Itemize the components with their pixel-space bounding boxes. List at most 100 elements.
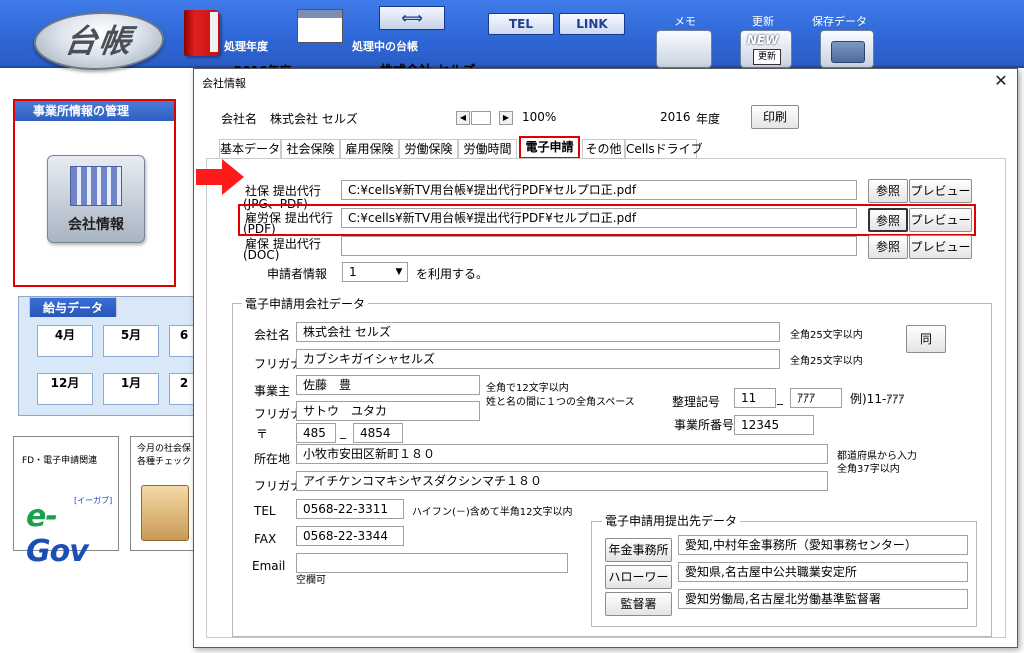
email-note: 空欄可: [296, 575, 326, 586]
owner-kana-label: フリガナ: [254, 407, 303, 421]
address-kana-field[interactable]: アイチケンコマキシヤスダクシンマチ１８０: [296, 471, 828, 491]
egov-logo: e-Gov: [26, 499, 89, 569]
address-note-2: 全角37字以内: [837, 464, 900, 475]
labor-office-button[interactable]: 監督署: [605, 592, 672, 616]
ref-label: 整理記号: [672, 395, 721, 409]
hello-work-field[interactable]: 愛知県,名古屋中公共職業安定所: [678, 562, 968, 582]
company-kana-label: フリガナ: [254, 357, 303, 371]
address-field[interactable]: 小牧市安田区新町１８０: [296, 444, 828, 464]
applicant-select[interactable]: 1 ▼: [342, 262, 408, 282]
applicant-label: 申請者情報: [267, 267, 328, 281]
month-cell[interactable]: 4月: [37, 325, 93, 357]
save-data-label: 保存データ: [812, 15, 867, 28]
tab-cells-drive[interactable]: Cellsドライブ: [625, 139, 703, 159]
tel-label: TEL: [254, 504, 276, 518]
owner-kana-field[interactable]: サトウ ユタカ: [296, 401, 480, 421]
tab-labor-insurance[interactable]: 労働保険: [399, 139, 458, 159]
egov-panel-title: FD・電子申請関連: [22, 456, 98, 466]
proxy-sub: (DOC): [243, 248, 280, 262]
salary-tab[interactable]: 給与データ: [29, 297, 117, 317]
tab-employment-insurance[interactable]: 雇用保険: [340, 139, 399, 159]
same-button[interactable]: 同: [906, 325, 946, 353]
month-cell[interactable]: 1月: [103, 373, 159, 405]
company-info-button[interactable]: 会社情報: [47, 155, 145, 243]
egov-panel[interactable]: FD・電子申請関連 e-Gov [イーガブ]: [13, 436, 119, 569]
company-data-group-title: 電子申請用会社データ: [242, 295, 369, 312]
tab-working-hours[interactable]: 労働時間: [458, 139, 517, 159]
address-note-1: 都道府県から入力: [837, 451, 917, 462]
zip2-field[interactable]: 4854: [353, 423, 403, 443]
labor-office-field[interactable]: 愛知労働局,名古屋北労働基準監督署: [678, 589, 968, 609]
highlight-box: [238, 204, 976, 236]
tel-field[interactable]: 0568-22-3311: [296, 499, 404, 519]
company-info-dialog: 会社情報 ✕ 会社名 株式会社 セルズ ◀ ▶ 100% 2016 年度 印刷 …: [193, 68, 1018, 648]
company-name-value: 株式会社 セルズ: [270, 112, 358, 126]
update-label: 更新: [752, 15, 774, 28]
new-badge: NEW: [747, 33, 779, 47]
zoom-slider-track[interactable]: [471, 111, 491, 125]
building-icon: [70, 166, 122, 206]
close-icon[interactable]: ✕: [991, 71, 1011, 91]
fax-label: FAX: [254, 532, 277, 546]
tel-button[interactable]: TEL: [488, 13, 554, 35]
company-name-field[interactable]: 株式会社 セルズ: [296, 322, 780, 342]
ledger-label: 処理中の台帳: [352, 40, 418, 53]
update-icon-text: 更新: [753, 49, 781, 65]
tab-basic-data[interactable]: 基本データ: [219, 139, 281, 159]
company-name-label: 会社名: [221, 112, 258, 126]
zip1-field[interactable]: 485: [296, 423, 336, 443]
company-kana-note: 全角25文字以内: [790, 356, 863, 367]
applicant-suffix: を利用する。: [416, 267, 489, 281]
monthly-check-panel[interactable]: 今月の社会保 各種チェック: [130, 436, 200, 551]
memo-icon[interactable]: [656, 30, 712, 68]
zoom-value: 100%: [522, 110, 557, 124]
preview-button[interactable]: プレビュー: [909, 235, 972, 259]
save-data-icon[interactable]: [820, 30, 874, 68]
calendar-icon[interactable]: [297, 9, 343, 43]
company-kana-field[interactable]: カブシキガイシャセルズ: [296, 349, 780, 369]
pension-office-field[interactable]: 愛知,中村年金事務所（愛知事務センター）: [678, 535, 968, 555]
zoom-left-arrow-icon[interactable]: ◀: [456, 111, 470, 125]
switch-ledger-button[interactable]: ⟺: [379, 6, 445, 30]
checklist-icon: [141, 485, 189, 541]
tab-other[interactable]: その他: [582, 139, 625, 159]
memo-label: メモ: [674, 15, 696, 28]
email-field[interactable]: [296, 553, 568, 573]
ref2-field[interactable]: ｱｱｱ: [790, 388, 842, 408]
preview-button[interactable]: プレビュー: [909, 179, 972, 203]
tab-social-insurance[interactable]: 社会保険: [281, 139, 340, 159]
month-cell[interactable]: 12月: [37, 373, 93, 405]
company-name-field-label: 会社名: [254, 328, 291, 342]
ledger-book-icon[interactable]: [184, 10, 220, 56]
link-button[interactable]: LINK: [559, 13, 625, 35]
browse-button[interactable]: 参照: [868, 235, 908, 259]
pension-office-button[interactable]: 年金事務所: [605, 538, 672, 562]
print-button[interactable]: 印刷: [751, 105, 799, 129]
address-label: 所在地: [254, 452, 291, 466]
zip-dash: _: [340, 425, 346, 439]
browse-button[interactable]: 参照: [868, 179, 908, 203]
ref-dash: _: [777, 391, 783, 405]
chevron-down-icon[interactable]: ▼: [391, 263, 407, 281]
owner-note-2: 姓と名の間に１つの全角スペース: [486, 397, 635, 408]
ref1-field[interactable]: 11: [734, 388, 776, 408]
year-value: 2016: [660, 110, 691, 124]
tab-electronic-application[interactable]: 電子申請: [519, 136, 580, 159]
office-no-field[interactable]: 12345: [734, 415, 814, 435]
fax-field[interactable]: 0568-22-3344: [296, 526, 404, 546]
proxy-path-field[interactable]: [341, 236, 857, 256]
red-arrow-icon: [196, 159, 244, 195]
office-management-panel: 事業所情報の管理 会社情報: [13, 99, 176, 287]
hello-work-button[interactable]: ハローワーク: [605, 565, 672, 606]
submit-data-group-title: 電子申請用提出先データ: [602, 512, 741, 529]
zoom-right-arrow-icon[interactable]: ▶: [499, 111, 513, 125]
update-icon[interactable]: NEW 更新: [740, 30, 792, 68]
month-cell[interactable]: 5月: [103, 325, 159, 357]
owner-field[interactable]: 佐藤 豊: [296, 375, 480, 395]
office-management-header: 事業所情報の管理: [15, 101, 174, 121]
proxy-path-field[interactable]: C:¥cells¥新TV用台帳¥提出代行PDF¥セルプロ正.pdf: [341, 180, 857, 200]
egov-small: [イーガブ]: [74, 496, 113, 505]
tel-note: ハイフン(－)含めて半角12文字以内: [412, 507, 573, 518]
office-no-label: 事業所番号: [674, 418, 735, 432]
zip-label: 〒: [256, 427, 269, 441]
